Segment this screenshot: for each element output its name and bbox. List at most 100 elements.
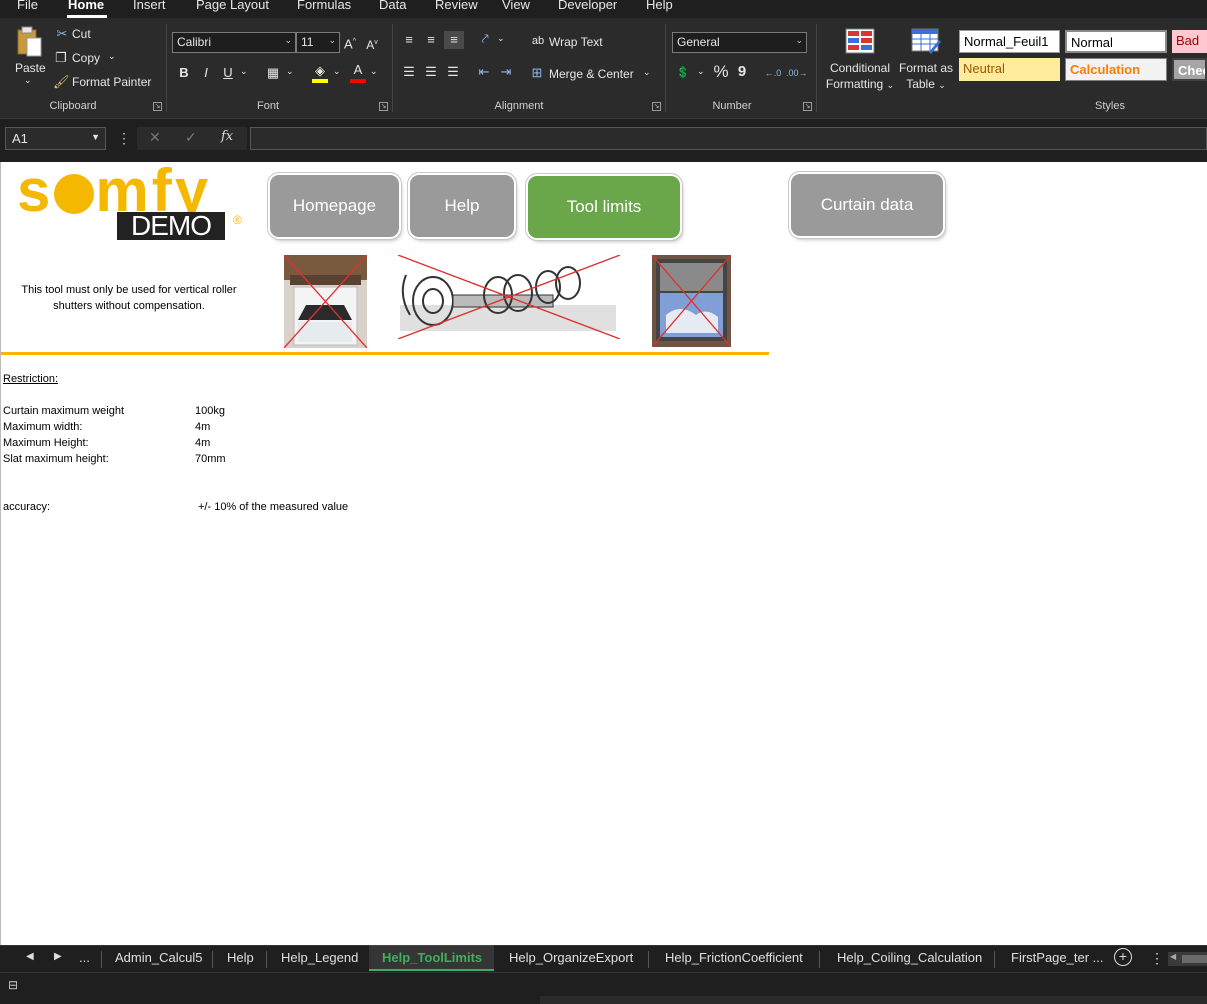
underline-button[interactable]: U [221,64,235,82]
style-bad[interactable]: Bad [1172,30,1207,53]
fill-color-button[interactable]: ◈ [310,63,330,84]
decrease-indent-icon[interactable]: ⇤ [476,63,492,81]
accounting-format-icon[interactable]: 💲 [675,64,691,82]
style-normal-feuil1[interactable]: Normal_Feuil1 [959,30,1060,53]
restriction-label: Maximum width: [3,421,83,433]
worksheet[interactable]: s mfy DEMO ® Homepage Help Tool limits Cu… [0,157,1207,945]
sheet-tab-help[interactable]: Help [227,950,254,965]
header-separator [1,352,769,355]
curtain-data-button[interactable]: Curtain data [791,174,943,236]
conditional-formatting-label-2: Formatting [825,77,884,91]
merge-dropdown-icon[interactable]: ⌄ [643,67,651,78]
alignment-launcher-icon[interactable]: ↘ [652,102,661,111]
font-size-select[interactable]: 11 ⌄ [296,32,340,53]
borders-dropdown-icon[interactable]: ⌄ [286,66,294,77]
paste-dropdown-icon[interactable]: ⌄ [24,75,32,86]
decrease-font-icon[interactable]: Av [364,34,380,54]
font-name-select[interactable]: Calibri ⌄ [172,32,296,53]
style-normal[interactable]: Normal [1065,30,1167,53]
number-format-select[interactable]: General ⌄ [672,32,807,53]
sheet-tab-help-legend[interactable]: Help_Legend [281,950,358,965]
tab-file[interactable]: File [17,0,38,12]
scroll-left-icon[interactable]: ◀ [26,951,34,962]
sheet-tab-help-toollimits[interactable]: Help_ToolLimits [382,950,482,965]
italic-button[interactable]: I [199,64,213,82]
font-group-label: Font [256,100,279,112]
scroll-left-icon[interactable]: ◀ [1170,952,1176,961]
cancel-icon[interactable]: ✕ [149,129,161,146]
conditional-formatting-button[interactable]: Conditional Formatting ⌄ [822,60,898,93]
orientation-dropdown-icon[interactable]: ⌄ [497,33,505,44]
horizontal-scrollbar[interactable]: ◀ [1168,952,1207,966]
sheet-tab-help-coiling-calculation[interactable]: Help_Coiling_Calculation [837,950,982,965]
font-launcher-icon[interactable]: ↘ [379,102,388,111]
tool-limits-button[interactable]: Tool limits [528,176,680,238]
style-check-cell[interactable]: Chec [1172,58,1207,81]
divider [166,24,167,112]
accounting-dropdown-icon[interactable]: ⌄ [697,66,705,77]
usage-notice: This tool must only be used for vertical… [21,284,237,312]
copy-dropdown-icon[interactable]: ⌄ [108,51,116,62]
add-sheet-icon[interactable]: + [1114,948,1132,966]
borders-icon[interactable]: ▦ [265,64,281,82]
copy-button[interactable]: Copy [72,51,100,65]
fill-color-dropdown-icon[interactable]: ⌄ [333,66,341,77]
align-center-icon[interactable]: ☰ [423,63,439,81]
number-launcher-icon[interactable]: ↘ [803,102,812,111]
align-left-icon[interactable]: ☰ [401,63,417,81]
conditional-formatting-icon [845,28,875,54]
cut-button[interactable]: Cut [72,27,91,41]
paste-button[interactable] [12,24,46,64]
format-painter-button[interactable]: Format Painter [72,75,151,89]
format-as-table-button[interactable]: Format as Table ⌄ [897,60,955,93]
tab-help[interactable]: Help [646,0,673,12]
macro-record-icon[interactable]: ⊟ [8,978,18,992]
tab-page-layout[interactable]: Page Layout [196,0,269,12]
tab-formulas[interactable]: Formulas [297,0,351,12]
style-neutral[interactable]: Neutral [959,58,1060,81]
sheet-tab-firstpage[interactable]: FirstPage_ter ... [1011,950,1103,965]
font-color-dropdown-icon[interactable]: ⌄ [370,66,378,77]
tab-data[interactable]: Data [379,0,406,12]
tab-home[interactable]: Home [68,0,104,12]
name-box-value: A1 [12,131,28,146]
decrease-decimal-icon[interactable]: .00→ [786,64,808,82]
tab-view[interactable]: View [502,0,530,12]
enter-check-icon[interactable]: ✓ [185,129,197,146]
align-middle-icon[interactable]: ≡ [423,31,439,49]
align-bottom-icon[interactable]: ≡ [444,31,464,49]
percent-style-button[interactable]: % [711,63,731,81]
sheet-tab-admin-calcul5[interactable]: Admin_Calcul5 [115,950,202,965]
homepage-button[interactable]: Homepage [270,175,399,237]
wrap-text-button[interactable]: Wrap Text [549,35,603,49]
cut-icon: ✂ [56,26,68,41]
help-button[interactable]: Help [410,175,514,237]
sheet-tab-help-frictioncoefficient[interactable]: Help_FrictionCoefficient [665,950,803,965]
more-options-icon[interactable]: ⋮ [117,130,131,147]
scrollbar-thumb[interactable] [1182,955,1207,963]
name-box[interactable]: A1 ▼ [5,127,106,150]
insert-function-button[interactable]: fx [221,129,233,144]
underline-dropdown-icon[interactable]: ⌄ [240,66,248,77]
comma-style-button[interactable]: 9 [735,63,749,81]
tab-insert[interactable]: Insert [133,0,166,12]
tab-developer[interactable]: Developer [558,0,617,12]
align-top-icon[interactable]: ≡ [401,31,417,49]
formula-input[interactable] [250,127,1207,150]
more-options-icon[interactable]: ⋮ [1150,950,1164,967]
style-calculation[interactable]: Calculation [1065,58,1167,81]
align-right-icon[interactable]: ☰ [445,63,461,81]
sheet-tab-help-organizeexport[interactable]: Help_OrganizeExport [509,950,633,965]
font-color-button[interactable]: A [348,62,368,84]
increase-decimal-icon[interactable]: ←.0 [763,64,783,82]
orientation-icon[interactable]: ⤤ [477,30,493,48]
scroll-right-icon[interactable]: ▶ [54,951,62,962]
merge-center-button[interactable]: Merge & Center [549,67,634,81]
bold-button[interactable]: B [177,64,191,82]
tab-review[interactable]: Review [435,0,478,12]
increase-indent-icon[interactable]: ⇥ [498,63,514,81]
clipboard-launcher-icon[interactable]: ↘ [153,102,162,111]
more-sheets-button[interactable]: ... [79,950,90,965]
restriction-label: Curtain maximum weight [3,405,125,417]
increase-font-icon[interactable]: A^ [342,33,358,53]
